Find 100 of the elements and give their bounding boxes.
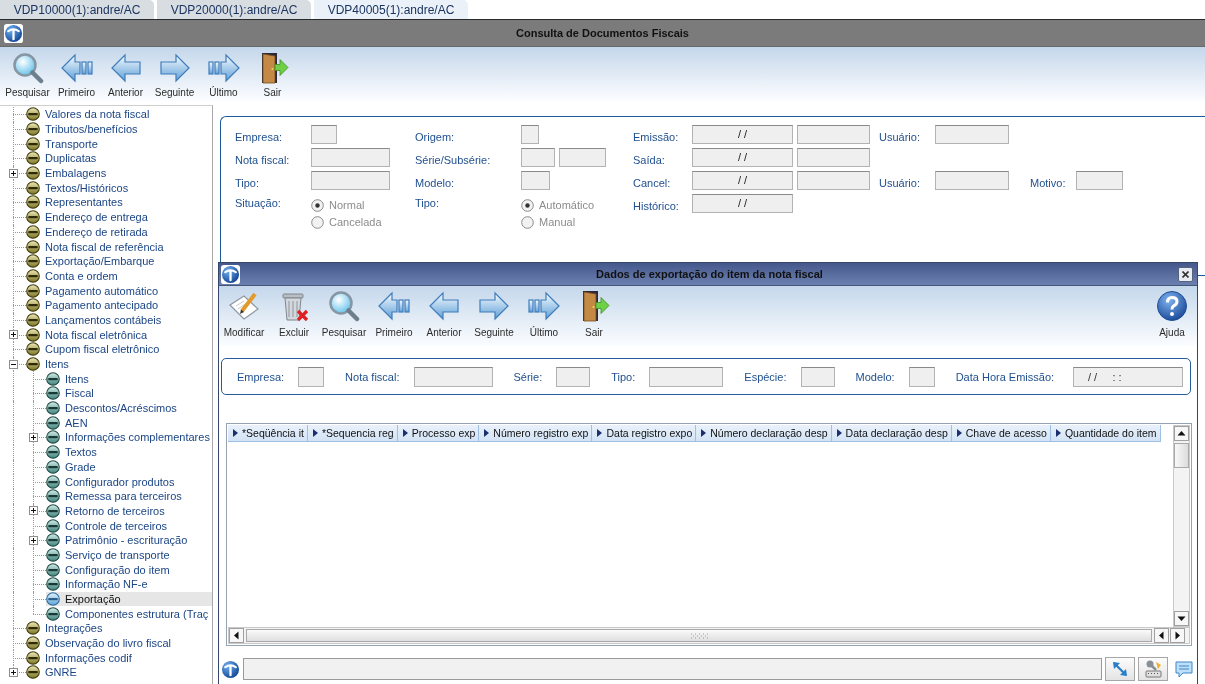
field-label: Nota fiscal: <box>235 153 291 166</box>
tree-item[interactable]: Conta e ordem <box>26 268 121 284</box>
close-button[interactable] <box>1178 266 1193 282</box>
disc-icon <box>26 283 40 298</box>
toolbar-button[interactable]: Primeiro <box>369 286 419 346</box>
tree-item[interactable]: Configurador produtos <box>46 474 178 489</box>
disc-icon <box>26 312 40 327</box>
field-label: Nota fiscal: <box>345 370 400 383</box>
field-label: Situação: <box>235 196 282 209</box>
expand-icon[interactable] <box>9 330 18 340</box>
tree-item[interactable]: Serviço de transporte <box>46 547 173 563</box>
tree-item[interactable]: Lançamentos contábeis <box>26 312 165 328</box>
tab[interactable]: VDP20000(1):andre/AC <box>157 0 311 19</box>
column-header[interactable]: Data declaração desp <box>831 425 952 442</box>
scroll-thumb[interactable] <box>1174 443 1189 468</box>
tree-item[interactable]: Tributos/benefícios <box>26 121 141 137</box>
vertical-scrollbar[interactable] <box>1173 425 1190 627</box>
tree-item[interactable]: Patrimônio - escrituração <box>46 532 191 548</box>
tree-item[interactable]: Representantes <box>26 195 126 210</box>
tree-item[interactable]: Itens <box>26 356 72 372</box>
toolbar-button[interactable]: Anterior <box>419 286 469 346</box>
tree-item[interactable]: Valores da nota fiscal <box>26 107 153 122</box>
grip-icon <box>690 632 708 639</box>
tree-item[interactable]: Componentes estrutura (Traç <box>46 606 212 622</box>
tree-item[interactable]: GNRE <box>26 665 80 680</box>
toolbar-button[interactable]: Seguinte <box>150 47 199 101</box>
toolbar-button[interactable]: Ajuda <box>1147 286 1197 346</box>
tree-item[interactable]: Transporte <box>26 136 101 152</box>
tree-item[interactable]: Nota fiscal eletrônica <box>26 327 151 342</box>
tree-item[interactable]: Cupom fiscal eletrônico <box>26 342 163 357</box>
arrow-left-icon[interactable] <box>229 628 244 643</box>
caret-icon <box>597 429 603 437</box>
expand-icon[interactable] <box>29 432 38 442</box>
tree-item[interactable]: Textos <box>46 444 100 460</box>
tree-item[interactable]: Endereço de retirada <box>26 224 151 240</box>
toolbar-button[interactable]: Pesquisar <box>319 286 369 346</box>
tree-item[interactable]: Exportação <box>46 591 212 607</box>
arrow-down-icon[interactable] <box>1174 611 1189 626</box>
tree-item[interactable]: Pagamento automático <box>26 283 162 298</box>
expand-icon[interactable] <box>9 168 18 178</box>
toolbar-button[interactable]: Último <box>519 286 569 346</box>
tree-item[interactable]: Pagamento antecipado <box>26 297 162 313</box>
tab[interactable]: VDP40005(1):andre/AC <box>314 0 468 19</box>
toolbar-button[interactable]: Primeiro <box>52 47 101 101</box>
tree-item[interactable]: Integrações <box>26 621 106 636</box>
toolbar-button[interactable]: Último <box>199 47 248 101</box>
tab[interactable]: VDP10000(1):andre/AC <box>0 0 154 19</box>
tree-item[interactable]: Configuração do item <box>46 562 173 577</box>
tree-item[interactable]: Fiscal <box>46 386 97 401</box>
disc-icon <box>46 503 60 518</box>
status-button[interactable] <box>1138 657 1168 681</box>
expand-icon[interactable] <box>29 506 38 516</box>
toolbar-button[interactable]: Sair <box>248 47 297 101</box>
arrow-left-icon[interactable] <box>1154 628 1169 643</box>
tree-item[interactable]: Descontos/Acréscimos <box>46 400 180 416</box>
toolbar-button[interactable]: Excluir <box>269 286 319 346</box>
tree-item[interactable]: AEN <box>46 415 91 431</box>
diagonal-arrow-icon <box>1110 659 1130 679</box>
tree-item[interactable]: Controle de terceiros <box>46 518 171 533</box>
expand-icon[interactable] <box>9 667 18 677</box>
tree-item[interactable]: Informação NF-e <box>46 577 151 592</box>
horizontal-scrollbar[interactable] <box>228 627 1190 644</box>
scroll-thumb[interactable] <box>246 629 1152 642</box>
field-label: Histórico: <box>633 199 680 212</box>
disc-icon <box>26 621 40 636</box>
tree-item[interactable]: Observação do livro fiscal <box>26 635 174 651</box>
tree-item[interactable]: Embalagens <box>26 165 110 181</box>
column-header[interactable]: Data registro expo <box>592 425 697 442</box>
toolbar-button[interactable]: Sair <box>569 286 619 346</box>
column-header[interactable]: Número declaração desp <box>696 425 832 442</box>
tree-item[interactable]: Informações complementares <box>46 430 212 445</box>
tree-item[interactable]: Duplicatas <box>26 151 100 166</box>
arrow-up-icon[interactable] <box>1174 426 1189 441</box>
tree-item[interactable]: Itens <box>46 371 92 387</box>
caret-icon <box>1055 429 1061 437</box>
collapse-icon[interactable] <box>9 359 18 369</box>
tree-item[interactable]: Textos/Históricos <box>26 180 132 196</box>
column-header[interactable]: Quantidade do item <box>1050 425 1161 442</box>
toolbar-button[interactable]: Modificar <box>219 286 269 346</box>
tree-item[interactable]: Remessa para terceiros <box>46 488 185 504</box>
expand-icon[interactable] <box>29 535 38 545</box>
toolbar-button[interactable]: Pesquisar <box>3 47 52 101</box>
tree-item[interactable]: Grade <box>46 459 99 475</box>
tree-item[interactable]: Endereço de entrega <box>26 209 151 225</box>
tree-item[interactable]: Informações codif <box>26 650 135 666</box>
disc-icon <box>46 430 60 445</box>
toolbar-button[interactable]: Seguinte <box>469 286 519 346</box>
tree-item[interactable]: Nota fiscal de referência <box>26 239 167 254</box>
arrow-right-icon[interactable] <box>1170 628 1185 643</box>
tree-item[interactable]: Exportação/Embarque <box>26 253 158 269</box>
toolbar-button[interactable]: Anterior <box>101 47 150 101</box>
column-header[interactable]: *Sequencia reg <box>307 425 398 442</box>
column-header[interactable]: Processo exp <box>397 425 480 442</box>
column-header[interactable]: *Seqüência it <box>228 425 308 442</box>
disc-icon <box>26 357 40 372</box>
column-header[interactable]: Número registro exp <box>479 425 593 442</box>
status-button[interactable] <box>1105 657 1135 681</box>
tree-item[interactable]: Retorno de terceiros <box>46 503 168 519</box>
field-label: Série: <box>513 370 543 383</box>
column-header[interactable]: Chave de acesso <box>951 425 1051 442</box>
